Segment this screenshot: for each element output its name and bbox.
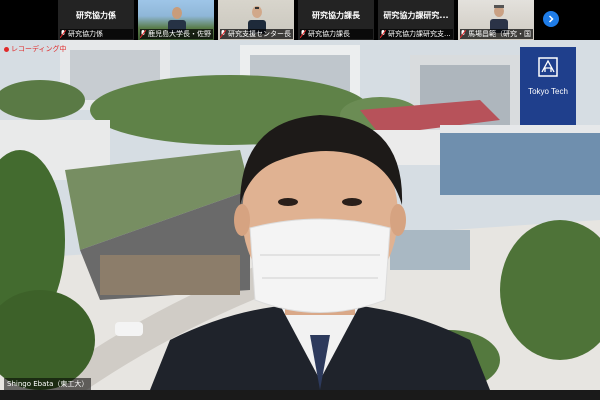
participant-name: 研究協力課研究支... [388,30,451,38]
mic-muted-icon [220,30,226,38]
participant-tile[interactable]: 研究協力係 研究協力係 [58,0,134,40]
participant-display-name: 研究協力係 [76,11,116,20]
mic-muted-icon [300,30,306,38]
participant-name: 馬場昌範（研究・国 [468,30,531,38]
participant-display-name: 研究協力課研究... [383,11,449,20]
participant-display-name: 研究協力課長 [312,11,360,20]
participant-nametag: 馬場昌範（研究・国 [460,29,533,39]
speaker-nametag: Shingo Ebata（東工大） [4,378,92,390]
chevron-right-icon [548,15,554,23]
main-speaker-video [0,40,600,390]
logo-text: Tokyo Tech [528,87,568,96]
participant-tile[interactable]: 研究協力課長 研究協力課長 [298,0,374,40]
participant-name: 研究支援センター長 [228,30,291,38]
participant-nametag: 研究協力課長 [300,29,373,39]
tokyo-tech-logo: Tokyo Tech [520,47,576,125]
participant-nametag: 研究支援センター長 [220,29,293,39]
participant-name: 研究協力係 [68,30,103,38]
recording-label: レコーディング中 [11,45,67,53]
speaker-person [150,115,490,390]
next-page-button[interactable] [543,11,559,27]
participant-nametag: 研究協力係 [60,29,133,39]
participant-tile[interactable]: 研究支援センター長 [218,0,294,40]
participant-tile[interactable]: 馬場昌範（研究・国 [458,0,534,40]
participant-nametag: 研究協力課研究支... [380,29,453,39]
mic-muted-icon [380,30,386,38]
mic-muted-icon [140,30,146,38]
participant-tile[interactable]: 鹿児島大学長・佐野 [138,0,214,40]
participant-strip: 研究協力係 研究協力係 鹿児島大学長・佐野 研究支援センター長 研究協力課長 研… [0,0,600,40]
recording-indicator[interactable]: レコーディング中 [4,44,67,54]
tokyo-tech-emblem-icon [538,57,558,77]
mic-muted-icon [460,30,466,38]
participant-tile[interactable]: 研究協力課研究... 研究協力課研究支... [378,0,454,40]
participant-nametag: 鹿児島大学長・佐野 [140,29,213,39]
participant-name: 鹿児島大学長・佐野 [148,30,211,38]
recording-dot-icon [4,46,9,52]
mic-muted-icon [60,30,66,38]
participant-name: 研究協力課長 [308,30,350,38]
